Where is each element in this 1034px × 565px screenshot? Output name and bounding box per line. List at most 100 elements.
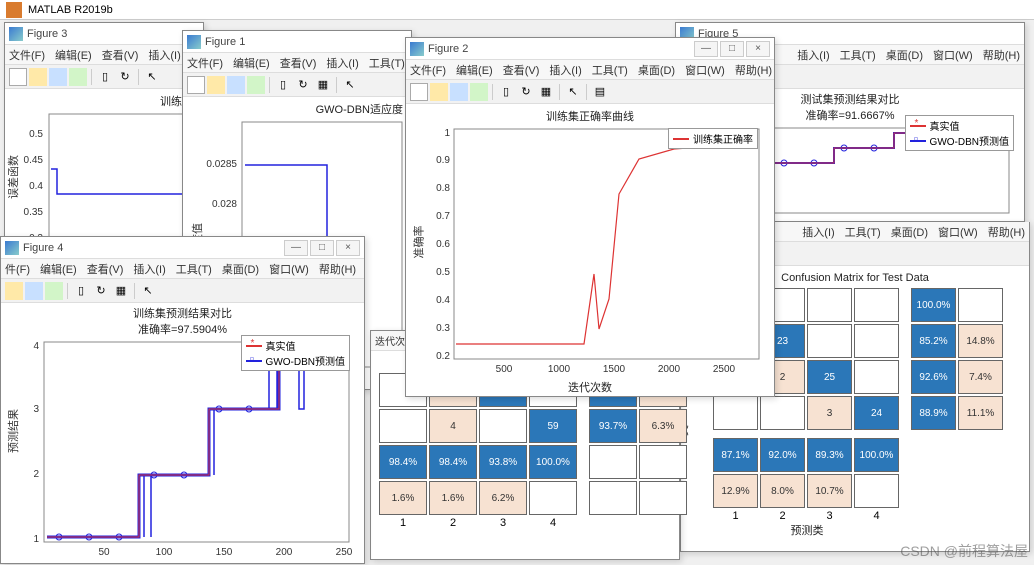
maximize-button[interactable]: □: [720, 41, 744, 57]
figure-3-menubar[interactable]: 文件(F)编辑(E)查看(V)插入(I)工具(T): [5, 45, 203, 65]
grid-icon[interactable]: ▦: [314, 76, 332, 94]
svg-text:250: 250: [336, 547, 353, 557]
new-icon[interactable]: [410, 83, 428, 101]
conf-cell: 25: [807, 360, 852, 394]
figure-icon: [9, 27, 23, 41]
tool-icon[interactable]: ▤: [591, 83, 609, 101]
conf-cell: 24: [854, 396, 899, 430]
conf-cell: [854, 288, 899, 322]
figure-1-menubar[interactable]: 文件(F)编辑(E)查看(V)插入(I)工具(T)桌面(D): [183, 53, 411, 73]
fig2-xlabel: 迭代次数: [414, 379, 766, 395]
cursor-icon[interactable]: ↖: [564, 83, 582, 101]
figure-2-titlebar[interactable]: Figure 2 — □ ×: [406, 38, 774, 60]
figure-3-plot: 训练集 0.3 0.35 0.4 0.45 0.5 误差函数: [5, 89, 203, 259]
svg-text:1000: 1000: [548, 364, 571, 375]
new-icon[interactable]: [9, 68, 27, 86]
figure-1-title: Figure 1: [205, 36, 407, 48]
conf-cell: [854, 360, 899, 394]
conf-cell: [379, 409, 427, 443]
rotate-icon[interactable]: ↻: [294, 76, 312, 94]
conf-cell: 14.8%: [958, 324, 1003, 358]
figure-2-window: Figure 2 — □ × 文件(F)编辑(E)查看(V)插入(I)工具(T)…: [405, 37, 775, 397]
svg-text:3: 3: [33, 404, 39, 415]
fig5-legend: 真实值 GWO-DBN预测值: [905, 115, 1014, 151]
svg-text:500: 500: [496, 364, 513, 375]
fig2-legend: 训练集正确率: [668, 128, 758, 149]
figure-4-plot: 训练集预测结果对比 准确率=97.5904% 1 2 3 4 50 100 15…: [1, 303, 364, 561]
conf-test-bottom: 87.1%92.0%89.3%100.0%12.9%8.0%10.7%: [713, 438, 1019, 508]
box-icon[interactable]: ▯: [72, 282, 90, 300]
close-button[interactable]: ×: [746, 41, 770, 57]
figure-2-menubar[interactable]: 文件(F)编辑(E)查看(V)插入(I)工具(T)桌面(D)窗口(W)帮助(H): [406, 60, 774, 80]
figure-4-menubar[interactable]: 件(F)编辑(E)查看(V)插入(I)工具(T)桌面(D)窗口(W)帮助(H): [1, 259, 364, 279]
conf-cell: 1.6%: [429, 481, 477, 515]
figure-1-toolbar[interactable]: ▯↻▦ ↖: [183, 73, 411, 97]
arrow-icon[interactable]: ▯: [96, 68, 114, 86]
box-icon[interactable]: ▯: [497, 83, 515, 101]
figure-icon: [187, 35, 201, 49]
cursor-icon[interactable]: ↖: [139, 282, 157, 300]
open-icon[interactable]: [5, 282, 23, 300]
figure-1-titlebar[interactable]: Figure 1: [183, 31, 411, 53]
conf-cell: 93.7%: [589, 409, 637, 443]
conf-cell: [807, 324, 852, 358]
conf-cell: 8.0%: [760, 474, 805, 508]
open-icon[interactable]: [207, 76, 225, 94]
maximize-button[interactable]: □: [310, 240, 334, 256]
figure-3-toolbar[interactable]: ▯↻ ↖: [5, 65, 203, 89]
conf-cell: 6.3%: [639, 409, 687, 443]
conf-cell: 10.7%: [807, 474, 852, 508]
conf-cell: [639, 445, 687, 479]
print-icon[interactable]: [247, 76, 265, 94]
print-icon[interactable]: [69, 68, 87, 86]
conf-cell: [854, 324, 899, 358]
figure-4-toolbar[interactable]: ▯↻▦ ↖: [1, 279, 364, 303]
save-icon[interactable]: [450, 83, 468, 101]
svg-text:4: 4: [33, 341, 39, 352]
conf-cell: [807, 288, 852, 322]
open-icon[interactable]: [430, 83, 448, 101]
rotate-icon[interactable]: ↻: [517, 83, 535, 101]
svg-text:0.3: 0.3: [436, 323, 450, 334]
svg-text:0.4: 0.4: [436, 295, 450, 306]
cursor-icon[interactable]: ↖: [341, 76, 359, 94]
print-icon[interactable]: [470, 83, 488, 101]
svg-text:1: 1: [444, 128, 450, 139]
rotate-icon[interactable]: ↻: [116, 68, 134, 86]
conf-cell: 100.0%: [911, 288, 956, 322]
save-icon[interactable]: [25, 282, 43, 300]
conf-cell: 85.2%: [911, 324, 956, 358]
grid-icon[interactable]: ▦: [537, 83, 555, 101]
close-button[interactable]: ×: [336, 240, 360, 256]
svg-text:0.35: 0.35: [24, 207, 44, 218]
watermark: CSDN @前程算法屋: [900, 541, 1028, 561]
figure-4-title: Figure 4: [23, 242, 284, 254]
fig2-ylabel: 准确率: [411, 226, 427, 259]
new-icon[interactable]: [187, 76, 205, 94]
rotate-icon[interactable]: ↻: [92, 282, 110, 300]
grid-icon[interactable]: ▦: [112, 282, 130, 300]
figure-2-toolbar[interactable]: ▯↻▦ ↖ ▤: [406, 80, 774, 104]
conf-cell: 3: [807, 396, 852, 430]
svg-text:0.028: 0.028: [212, 199, 237, 210]
save-icon[interactable]: [49, 68, 67, 86]
figure-icon: [410, 42, 424, 56]
svg-text:0.2: 0.2: [436, 351, 450, 362]
svg-text:0.9: 0.9: [436, 155, 450, 166]
open-icon[interactable]: [29, 68, 47, 86]
figure-4-titlebar[interactable]: Figure 4 — □ ×: [1, 237, 364, 259]
fig3-ylabel: 误差函数: [5, 155, 21, 199]
matlab-logo-icon: [6, 2, 22, 18]
cursor-icon[interactable]: ↖: [143, 68, 161, 86]
box-icon[interactable]: ▯: [274, 76, 292, 94]
conf-cell: 1.6%: [379, 481, 427, 515]
svg-text:2000: 2000: [658, 364, 681, 375]
figure-3-titlebar[interactable]: Figure 3: [5, 23, 203, 45]
print-icon[interactable]: [45, 282, 63, 300]
fig4-ylabel: 预测结果: [5, 409, 21, 453]
conf-cell: 88.9%: [911, 396, 956, 430]
save-icon[interactable]: [227, 76, 245, 94]
svg-text:0.4: 0.4: [29, 181, 43, 192]
minimize-button[interactable]: —: [284, 240, 308, 256]
minimize-button[interactable]: —: [694, 41, 718, 57]
